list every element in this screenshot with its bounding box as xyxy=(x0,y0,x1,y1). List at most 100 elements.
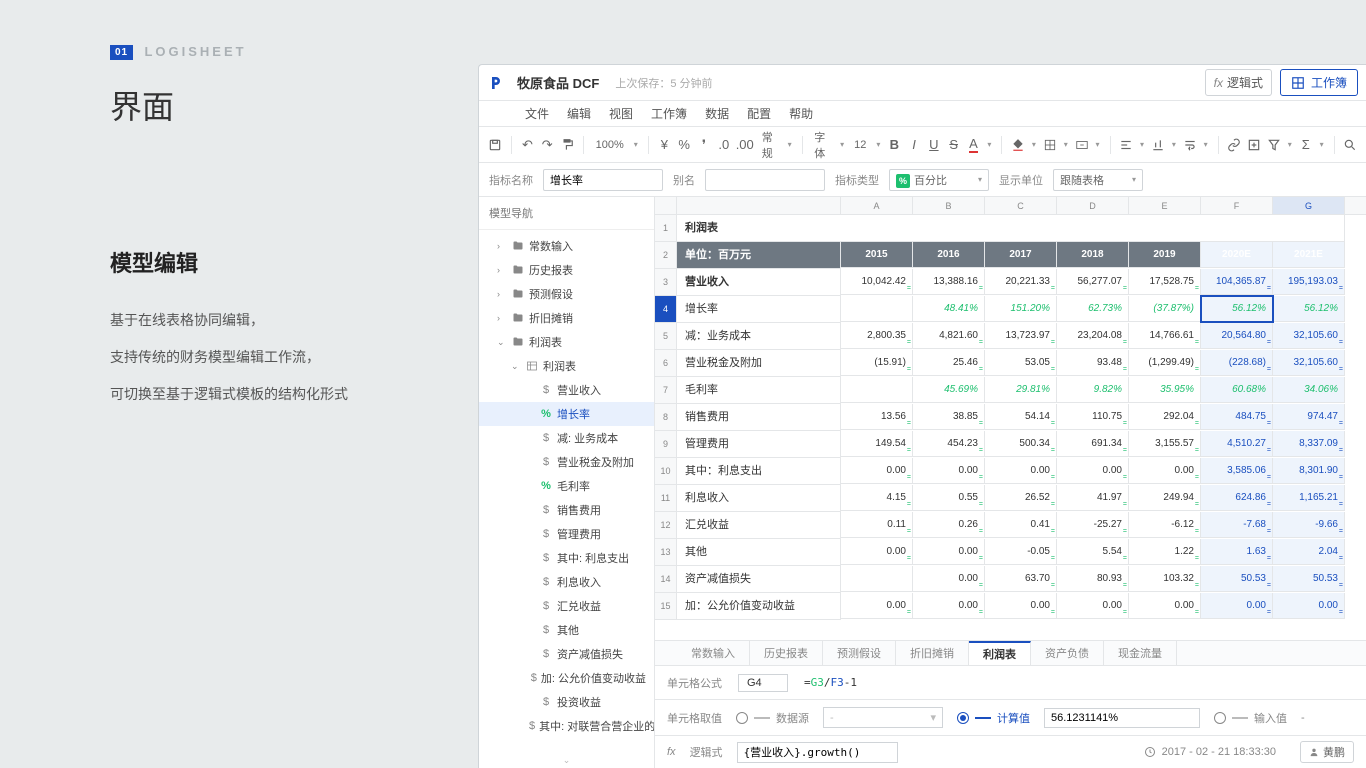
tree-node[interactable]: $利息收入 xyxy=(479,570,654,594)
spreadsheet-grid[interactable]: ABCDEFGH1利润表2单位：百万元201520162017201820192… xyxy=(655,197,1366,640)
cell[interactable]: 454.23= xyxy=(913,431,985,457)
save-button[interactable] xyxy=(487,134,503,156)
cell[interactable]: 35.95% xyxy=(1129,377,1201,403)
tree-node[interactable]: $销售费用 xyxy=(479,498,654,522)
column-header[interactable]: B xyxy=(913,197,985,215)
cell[interactable]: 103.32= xyxy=(1129,566,1201,592)
cell[interactable]: 53.05= xyxy=(985,350,1057,376)
tree-node[interactable]: $营业收入 xyxy=(479,378,654,402)
cell[interactable]: 50.53= xyxy=(1273,566,1345,592)
insert-button[interactable] xyxy=(1246,134,1262,156)
increase-decimal-button[interactable]: .00 xyxy=(736,134,754,156)
tree-node[interactable]: $营业税金及附加 xyxy=(479,450,654,474)
tree-node[interactable]: $加: 公允价值变动收益 xyxy=(479,666,654,690)
cell[interactable]: 9.82% xyxy=(1057,377,1129,403)
number-format-select[interactable]: 常规 xyxy=(758,129,782,161)
datasource-select[interactable]: -▾ xyxy=(823,707,943,728)
cell[interactable]: 0.41= xyxy=(985,512,1057,538)
tree-node[interactable]: $其中: 对联营合营企业的... xyxy=(479,714,654,738)
sum-caret-icon[interactable]: ▾ xyxy=(1318,140,1326,149)
percent-button[interactable]: % xyxy=(676,134,692,156)
row-header[interactable]: 14 xyxy=(655,566,677,593)
font-size-select[interactable]: 12 xyxy=(850,139,870,151)
cell[interactable]: (15.91)= xyxy=(841,350,913,376)
cell[interactable]: 48.41% xyxy=(913,296,985,322)
cell[interactable]: 45.69% xyxy=(913,377,985,403)
numfmt-caret-icon[interactable]: ▾ xyxy=(786,140,794,149)
radio-calculated[interactable]: 计算值 xyxy=(957,710,1030,726)
cell[interactable]: 93.48= xyxy=(1057,350,1129,376)
cell[interactable]: 20,221.33= xyxy=(985,269,1057,295)
column-header[interactable]: A xyxy=(841,197,913,215)
formula-text[interactable]: =G3/F3-1 xyxy=(804,676,857,689)
filter-button[interactable] xyxy=(1266,134,1282,156)
menu-item[interactable]: 工作簿 xyxy=(651,105,687,122)
cell[interactable]: 32,105.60= xyxy=(1273,323,1345,349)
wrap-caret-icon[interactable]: ▾ xyxy=(1202,140,1210,149)
cell[interactable]: 0.00= xyxy=(1201,593,1273,619)
cell-reference[interactable]: G4 xyxy=(738,674,788,692)
tree-node[interactable]: %毛利率 xyxy=(479,474,654,498)
row-header[interactable]: 15 xyxy=(655,593,677,620)
cell[interactable]: -0.05= xyxy=(985,539,1057,565)
cell[interactable]: 34.06% xyxy=(1273,377,1345,403)
row-header[interactable]: 10 xyxy=(655,458,677,485)
workbook-mode-button[interactable]: 工作簿 xyxy=(1280,69,1358,96)
cell[interactable]: 624.86= xyxy=(1201,485,1273,511)
fill-caret-icon[interactable]: ▾ xyxy=(1030,140,1038,149)
cell[interactable]: 0.11= xyxy=(841,512,913,538)
cell[interactable]: 4.15= xyxy=(841,485,913,511)
redo-button[interactable]: ↷ xyxy=(539,134,555,156)
cell[interactable]: 1,165.21= xyxy=(1273,485,1345,511)
sheet-tab[interactable]: 历史报表 xyxy=(750,641,823,665)
zoom-level[interactable]: 100% xyxy=(592,139,628,151)
cell[interactable]: 29.81% xyxy=(985,377,1057,403)
cell[interactable]: 3,585.06= xyxy=(1201,458,1273,484)
indicator-type-select[interactable]: %百分比 ▾ xyxy=(889,169,989,191)
cell[interactable]: 0.00= xyxy=(913,539,985,565)
cell[interactable]: 10,042.42= xyxy=(841,269,913,295)
column-header[interactable]: H xyxy=(1345,197,1366,215)
cell[interactable]: -6.12= xyxy=(1129,512,1201,538)
cell[interactable]: 1.22= xyxy=(1129,539,1201,565)
row-header[interactable]: 5 xyxy=(655,323,677,350)
cell[interactable]: 0.00= xyxy=(913,566,985,592)
cell[interactable]: 50.53= xyxy=(1201,566,1273,592)
cell[interactable]: 62.73% xyxy=(1057,296,1129,322)
cell[interactable]: 0.00= xyxy=(913,593,985,619)
menu-item[interactable]: 视图 xyxy=(609,105,633,122)
tree-node[interactable]: ›历史报表 xyxy=(479,258,654,282)
cell[interactable]: 20,564.80= xyxy=(1201,323,1273,349)
cell[interactable]: 38.85= xyxy=(913,404,985,430)
cell[interactable]: 1.63= xyxy=(1201,539,1273,565)
menu-item[interactable]: 编辑 xyxy=(567,105,591,122)
cell[interactable]: 5.54= xyxy=(1057,539,1129,565)
cell[interactable] xyxy=(841,377,913,403)
radio-input[interactable]: 输入值 xyxy=(1214,710,1287,726)
cell[interactable]: 14,766.61= xyxy=(1129,323,1201,349)
tree-node[interactable]: $管理费用 xyxy=(479,522,654,546)
cell[interactable]: 60.68% xyxy=(1201,377,1273,403)
row-header[interactable]: 4 xyxy=(655,296,677,323)
cell[interactable]: 0.00= xyxy=(841,593,913,619)
text-color-caret-icon[interactable]: ▾ xyxy=(985,140,993,149)
cell[interactable]: 3,155.57= xyxy=(1129,431,1201,457)
italic-button[interactable]: I xyxy=(906,134,922,156)
tree-node[interactable]: $投资收益 xyxy=(479,690,654,714)
logic-expression-input[interactable] xyxy=(737,742,898,763)
column-header[interactable]: F xyxy=(1201,197,1273,215)
cell[interactable]: 56.12% xyxy=(1273,296,1345,322)
cell[interactable]: 8,337.09= xyxy=(1273,431,1345,457)
cell[interactable]: 110.75= xyxy=(1057,404,1129,430)
format-painter-button[interactable] xyxy=(559,134,575,156)
thousands-button[interactable]: ❜ xyxy=(696,134,712,156)
cell[interactable]: 23,204.08= xyxy=(1057,323,1129,349)
cell[interactable]: 151.20% xyxy=(985,296,1057,322)
text-color-button[interactable]: A xyxy=(966,134,982,156)
cell[interactable]: 104,365.87= xyxy=(1201,269,1273,295)
cell[interactable]: 4,510.27= xyxy=(1201,431,1273,457)
cell[interactable]: 500.34= xyxy=(985,431,1057,457)
tree-node[interactable]: ›常数输入 xyxy=(479,234,654,258)
cell[interactable]: 25.46= xyxy=(913,350,985,376)
cell[interactable]: 13.56= xyxy=(841,404,913,430)
